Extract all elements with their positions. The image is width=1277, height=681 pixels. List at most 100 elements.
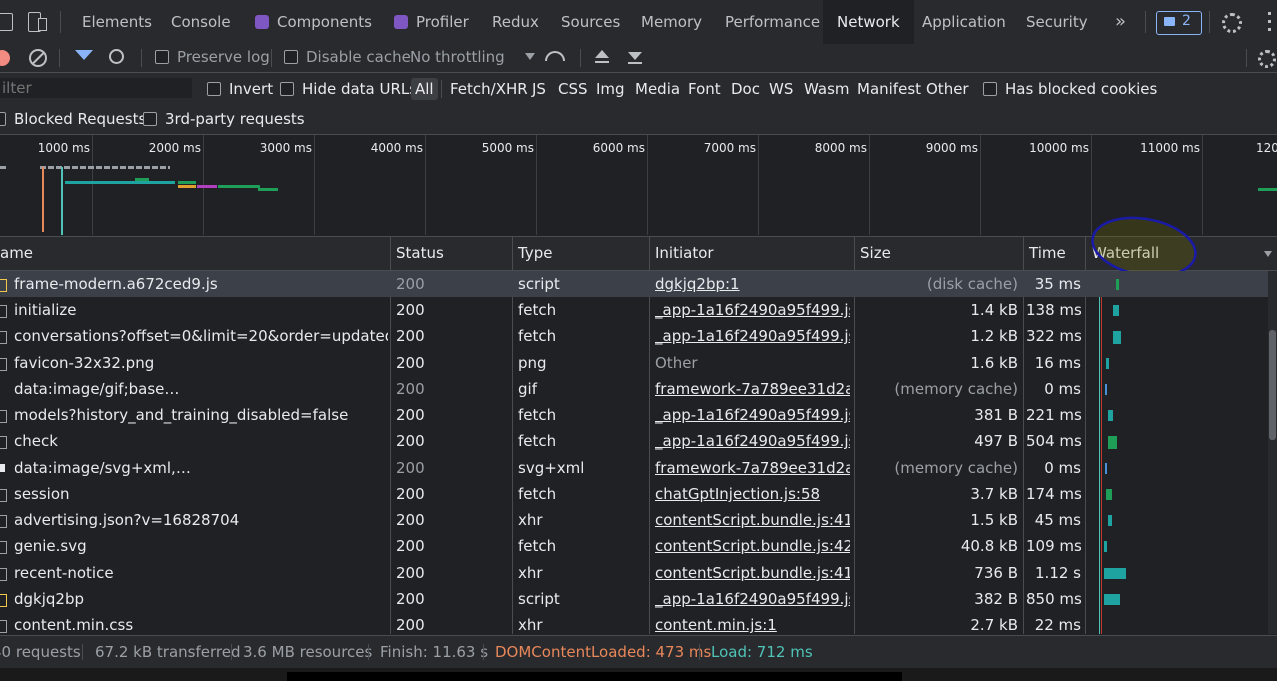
filter-type-js[interactable]: JS — [532, 73, 546, 105]
filter-type-media[interactable]: Media — [635, 73, 680, 105]
import-har-upload-icon[interactable] — [595, 50, 609, 58]
column-header-type[interactable]: Type — [513, 237, 552, 270]
filter-type-other[interactable]: Other — [926, 73, 969, 105]
table-row[interactable]: recent-notice 200 xhr contentScript.bund… — [0, 560, 1270, 586]
filter-type-ws[interactable]: WS — [769, 73, 793, 105]
table-row[interactable]: dgkjq2bp 200 script _app-1a16f2490a95f49… — [0, 586, 1270, 612]
column-header-initiator[interactable]: Initiator — [650, 237, 714, 270]
table-row[interactable]: models?history_and_training_disabled=fal… — [0, 402, 1270, 428]
tab-security[interactable]: Security — [1026, 0, 1088, 44]
grid-line — [980, 135, 981, 235]
column-header-status[interactable]: Status — [391, 237, 444, 270]
request-initiator-link[interactable]: chatGptInjection.js:58 — [655, 481, 850, 507]
export-har-download-icon[interactable] — [628, 52, 642, 60]
throttling-select[interactable]: No throttling — [410, 48, 535, 66]
request-initiator-link[interactable]: _app-1a16f2490a95f499.js:10 — [655, 297, 850, 323]
tab-application[interactable]: Application — [922, 0, 1006, 44]
filter-type-css[interactable]: CSS — [558, 73, 588, 105]
download-icon-base — [628, 62, 642, 64]
filter-type-wasm[interactable]: Wasm — [804, 73, 850, 105]
preserve-log-checkbox[interactable]: Preserve log — [155, 48, 270, 66]
waterfall-bar[interactable] — [1104, 541, 1107, 552]
column-header-size[interactable]: Size — [855, 237, 891, 270]
tab-performance[interactable]: Performance — [725, 0, 820, 44]
disable-cache-checkbox[interactable]: Disable cache — [284, 48, 411, 66]
table-row[interactable]: favicon-32x32.png 200 png Other 1.6 kB 1… — [0, 350, 1270, 376]
column-header-time[interactable]: Time — [1024, 237, 1066, 270]
request-initiator-link[interactable]: contentScript.bundle.js:418 — [655, 507, 850, 533]
waterfall-bar[interactable] — [1116, 279, 1119, 290]
request-initiator-link[interactable]: _app-1a16f2490a95f499.js:13 — [655, 586, 850, 612]
table-row[interactable]: genie.svg 200 fetch contentScript.bundle… — [0, 533, 1270, 559]
waterfall-bar[interactable] — [1105, 463, 1107, 474]
request-initiator-link[interactable]: content.min.js:1 — [655, 612, 850, 634]
inspect-element-icon[interactable] — [0, 13, 13, 31]
table-row[interactable]: check 200 fetch _app-1a16f2490a95f499.js… — [0, 428, 1270, 454]
tab-redux[interactable]: Redux — [492, 0, 539, 44]
issues-button[interactable]: 2 — [1156, 11, 1202, 35]
invert-checkbox[interactable]: Invert — [207, 80, 273, 98]
filter-type-font[interactable]: Font — [688, 73, 721, 105]
table-row[interactable]: data:image/svg+xml,… 200 svg+xml framewo… — [0, 455, 1270, 481]
tab-profiler[interactable]: Profiler — [394, 0, 469, 44]
network-settings-gear-icon[interactable] — [1258, 50, 1276, 68]
waterfall-bar[interactable] — [1108, 410, 1113, 421]
settings-gear-icon[interactable] — [1222, 13, 1242, 33]
waterfall-bar[interactable] — [1108, 515, 1112, 526]
filter-funnel-icon[interactable] — [75, 50, 93, 60]
waterfall-bar[interactable] — [1106, 358, 1109, 369]
divider — [271, 49, 272, 67]
waterfall-bar[interactable] — [1105, 384, 1107, 395]
vertical-scrollbar[interactable] — [1268, 271, 1277, 634]
horizontal-scroll-region[interactable] — [287, 672, 902, 681]
request-initiator-link[interactable]: dgkjq2bp:1 — [655, 271, 850, 297]
request-initiator-link[interactable]: _app-1a16f2490a95f499.js:10 — [655, 323, 850, 349]
request-initiator-link[interactable]: framework-7a789ee31d2a7… — [655, 376, 850, 402]
request-initiator-link[interactable]: contentScript.bundle.js:426 — [655, 533, 850, 559]
search-icon[interactable] — [109, 49, 124, 64]
tab-network[interactable]: Network — [823, 0, 914, 44]
tab-elements[interactable]: Elements — [82, 0, 152, 44]
request-initiator-link[interactable]: contentScript.bundle.js:418 — [655, 560, 850, 586]
waterfall-bar[interactable] — [1113, 305, 1119, 316]
more-tabs-button[interactable]: » — [1115, 0, 1126, 44]
waterfall-bar[interactable] — [1104, 594, 1120, 605]
table-row[interactable]: session 200 fetch chatGptInjection.js:58… — [0, 481, 1270, 507]
third-party-requests-checkbox[interactable]: 3rd-party requests — [143, 110, 305, 128]
table-row[interactable]: content.min.css 200 xhr content.min.js:1… — [0, 612, 1270, 634]
filter-type-manifest[interactable]: Manifest — [857, 73, 921, 105]
request-initiator-link[interactable]: _app-1a16f2490a95f499.js:10 — [655, 428, 850, 454]
waterfall-sort-chevron-icon[interactable] — [1264, 251, 1272, 257]
table-row[interactable]: data:image/gif;base… 200 gif framework-7… — [0, 376, 1270, 402]
filter-type-all[interactable]: All — [411, 78, 438, 100]
kebab-menu-icon[interactable] — [1268, 12, 1271, 32]
request-initiator-link[interactable]: _app-1a16f2490a95f499.js:10 — [655, 402, 850, 428]
waterfall-bar[interactable] — [1113, 331, 1121, 344]
table-row[interactable]: frame-modern.a672ced9.js 200 script dgkj… — [0, 271, 1270, 297]
request-initiator-link[interactable]: framework-7a789ee31d2a7… — [655, 455, 850, 481]
request-time: 109 ms — [1026, 537, 1081, 555]
tab-sources[interactable]: Sources — [561, 0, 620, 44]
record-button[interactable] — [0, 50, 10, 66]
tab-components[interactable]: Components — [255, 0, 372, 44]
tab-memory[interactable]: Memory — [641, 0, 702, 44]
tab-console[interactable]: Console — [171, 0, 231, 44]
hide-data-urls-checkbox[interactable]: Hide data URLs — [280, 80, 417, 98]
scrollbar-thumb[interactable] — [1269, 330, 1276, 440]
filter-input[interactable] — [0, 78, 192, 98]
waterfall-bar[interactable] — [1104, 568, 1126, 579]
waterfall-bar[interactable] — [1106, 489, 1112, 500]
filter-type-fetch-xhr[interactable]: Fetch/XHR — [450, 73, 528, 105]
has-blocked-cookies-checkbox[interactable]: Has blocked cookies — [983, 80, 1157, 98]
table-row[interactable]: initialize 200 fetch _app-1a16f2490a95f4… — [0, 297, 1270, 323]
network-conditions-wifi-icon[interactable] — [545, 51, 565, 61]
divider — [1145, 11, 1146, 33]
blocked-requests-checkbox[interactable]: Blocked Requests — [0, 110, 146, 128]
waterfall-bar[interactable] — [1108, 436, 1117, 449]
filter-type-img[interactable]: Img — [596, 73, 625, 105]
table-row[interactable]: conversations?offset=0&limit=20&order=up… — [0, 323, 1270, 349]
table-row[interactable]: advertising.json?v=16828704 200 xhr cont… — [0, 507, 1270, 533]
checkbox — [143, 112, 157, 126]
filter-type-doc[interactable]: Doc — [731, 73, 760, 105]
column-header-name[interactable]: ame — [0, 237, 33, 270]
